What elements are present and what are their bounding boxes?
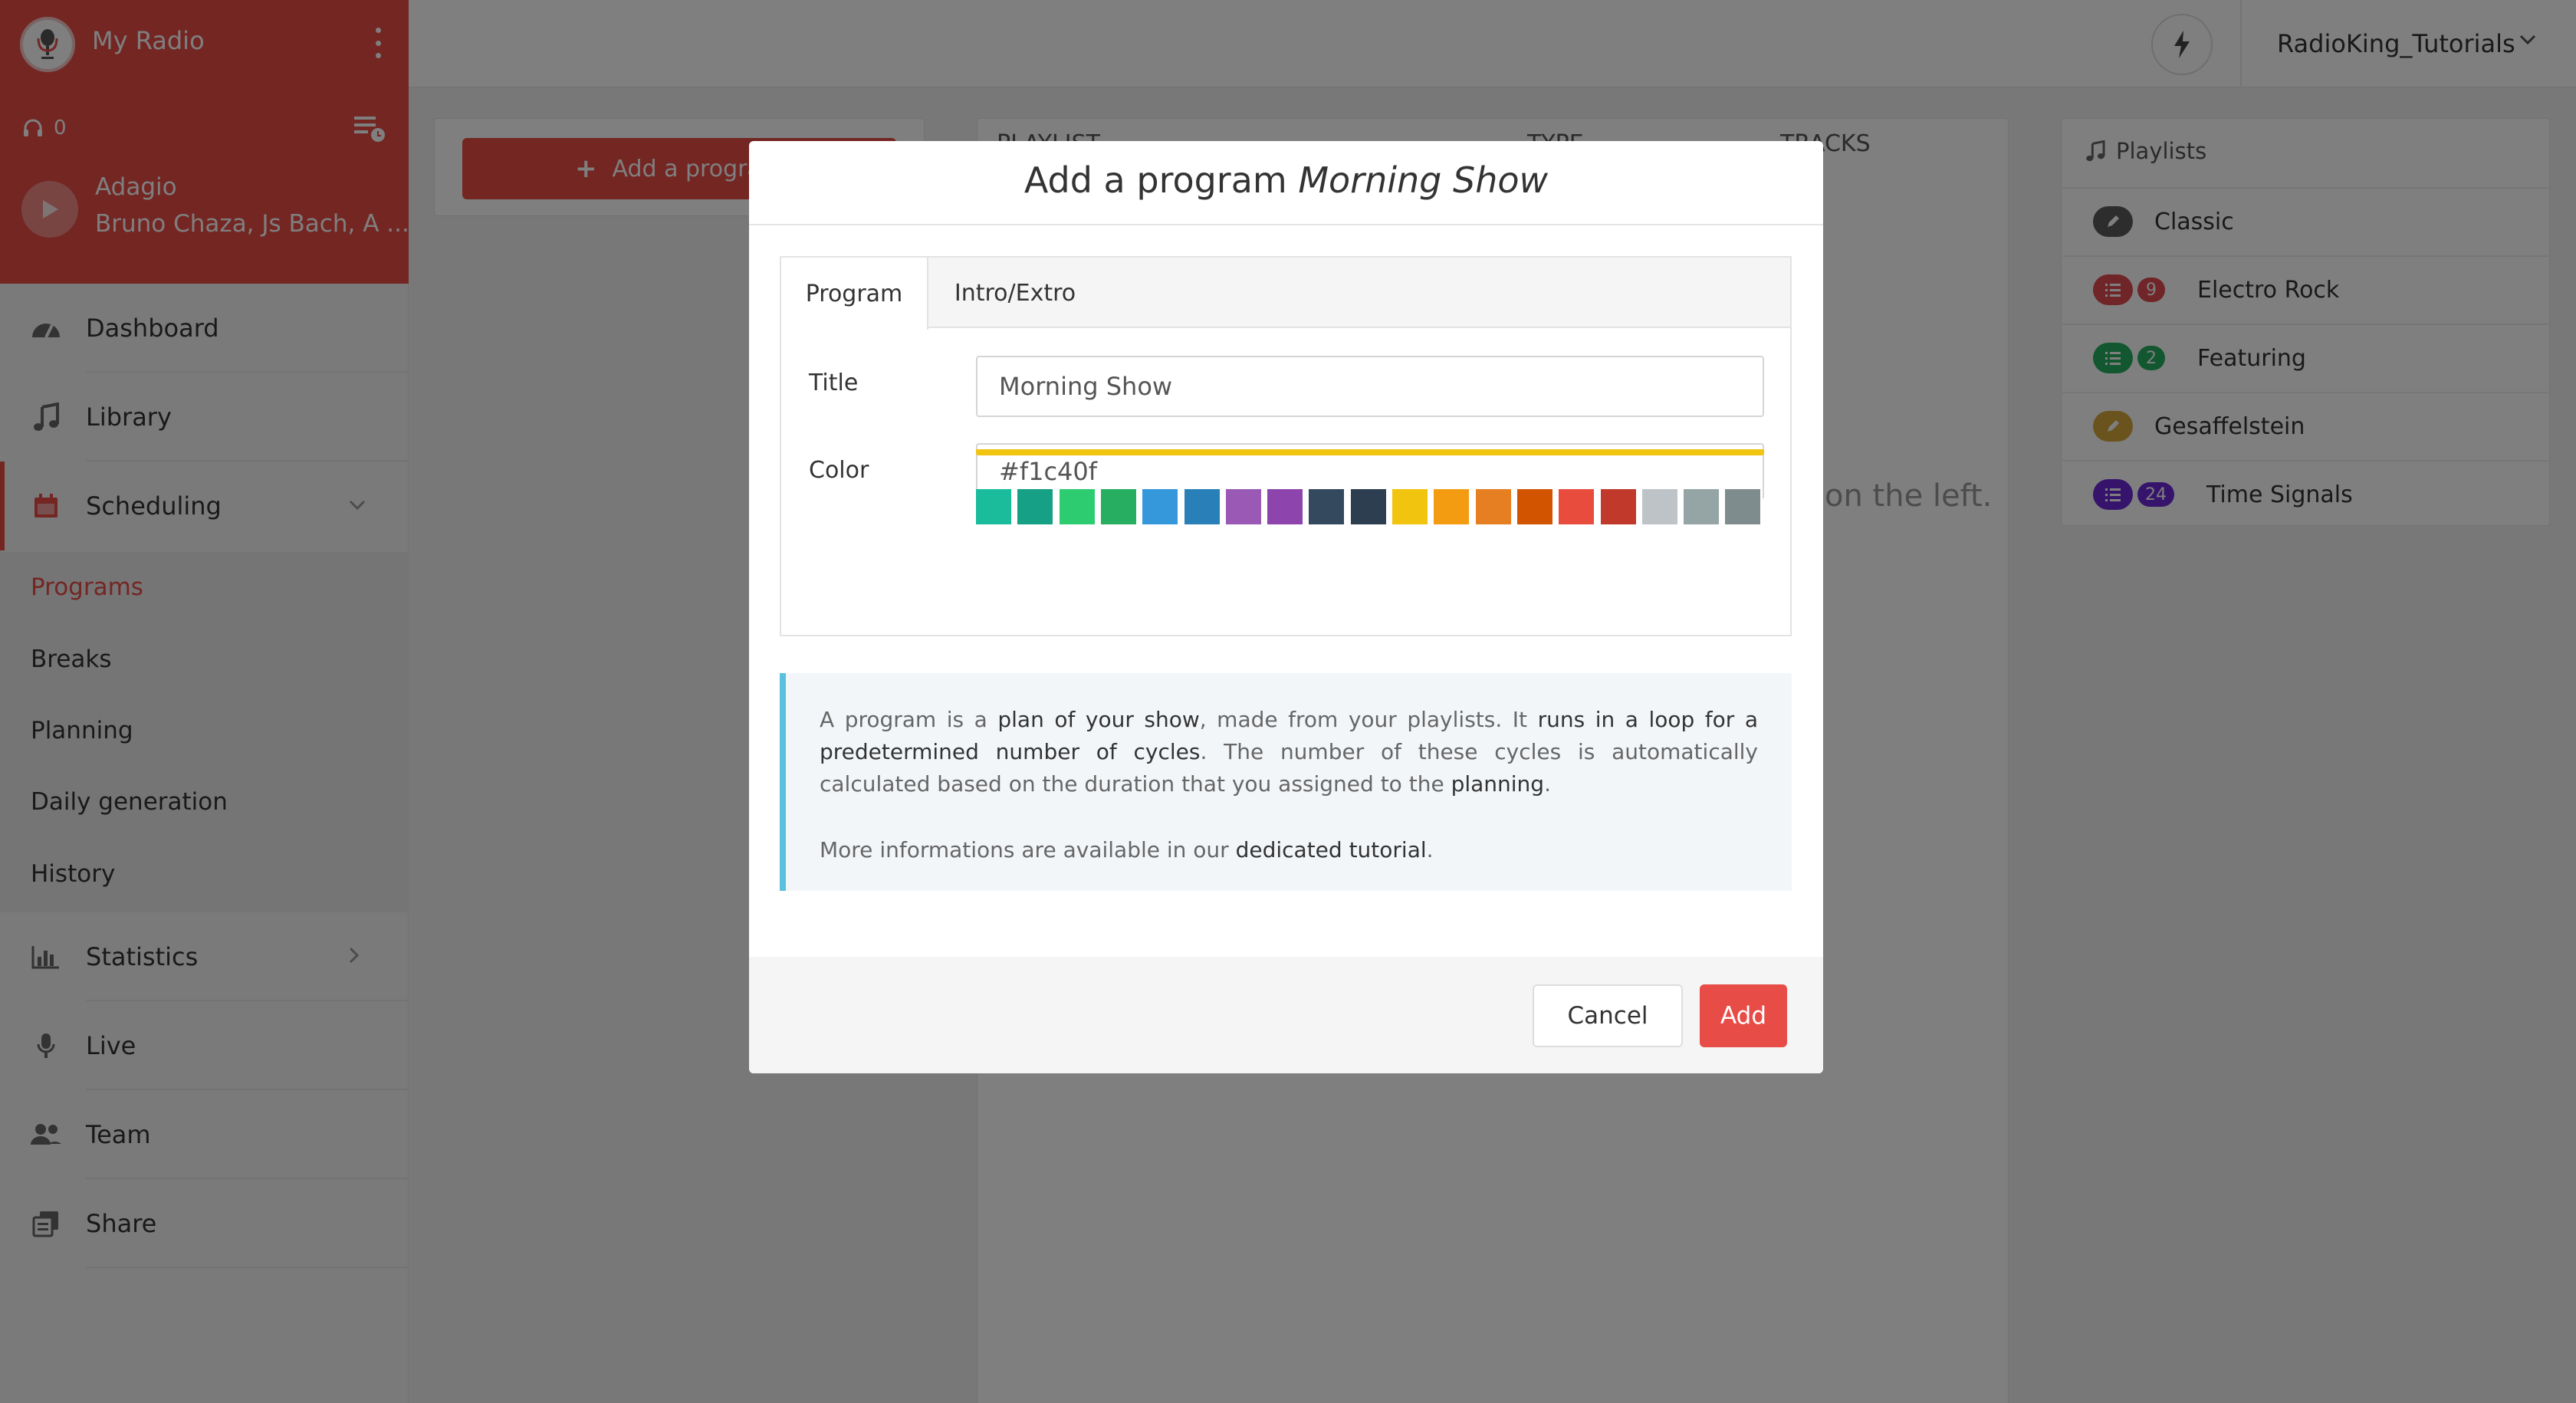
color-swatch[interactable] <box>1475 489 1511 524</box>
tutorial-link[interactable]: dedicated tutorial <box>1236 837 1427 863</box>
color-swatch[interactable] <box>1309 489 1345 524</box>
tabs-container: Program Intro/Extro Title Color <box>780 256 1792 636</box>
color-swatch[interactable] <box>1059 489 1095 524</box>
color-swatch[interactable] <box>1600 489 1636 524</box>
color-swatch[interactable] <box>1392 489 1428 524</box>
color-swatch[interactable] <box>976 489 1011 524</box>
color-swatch[interactable] <box>1267 489 1303 524</box>
planning-link[interactable]: planning <box>1451 771 1545 797</box>
info-box: A program is a plan of your show, made f… <box>780 673 1792 891</box>
color-swatch[interactable] <box>1017 489 1053 524</box>
color-swatch[interactable] <box>1434 489 1470 524</box>
add-button[interactable]: Add <box>1700 984 1787 1047</box>
modal-title: Add a program Morning Show <box>749 159 1823 201</box>
color-swatch[interactable] <box>1725 489 1761 524</box>
title-label: Title <box>809 370 859 396</box>
cancel-button[interactable]: Cancel <box>1533 984 1683 1047</box>
color-swatch[interactable] <box>1142 489 1178 524</box>
color-swatch[interactable] <box>1641 489 1677 524</box>
color-swatch[interactable] <box>1225 489 1261 524</box>
tab-program[interactable]: Program <box>781 258 928 330</box>
color-swatch[interactable] <box>1100 489 1136 524</box>
add-program-modal: Add a program Morning Show Program Intro… <box>749 141 1823 1073</box>
info-paragraph: A program is a plan of your show, made f… <box>820 707 1758 797</box>
modal-title-name: Morning Show <box>1298 159 1549 201</box>
color-swatch[interactable] <box>1350 489 1386 524</box>
info-paragraph-tutorial: More informations are available in our d… <box>820 837 1434 863</box>
color-swatch[interactable] <box>1516 489 1552 524</box>
title-input[interactable] <box>976 356 1764 417</box>
color-swatch[interactable] <box>1684 489 1720 524</box>
color-label: Color <box>809 457 869 484</box>
tab-intro-extro[interactable]: Intro/Extro <box>930 258 1100 328</box>
modal-title-prefix: Add a program <box>1024 159 1287 201</box>
color-preview-bar <box>976 449 1764 455</box>
color-swatch[interactable] <box>1559 489 1595 524</box>
color-swatch[interactable] <box>1184 489 1220 524</box>
